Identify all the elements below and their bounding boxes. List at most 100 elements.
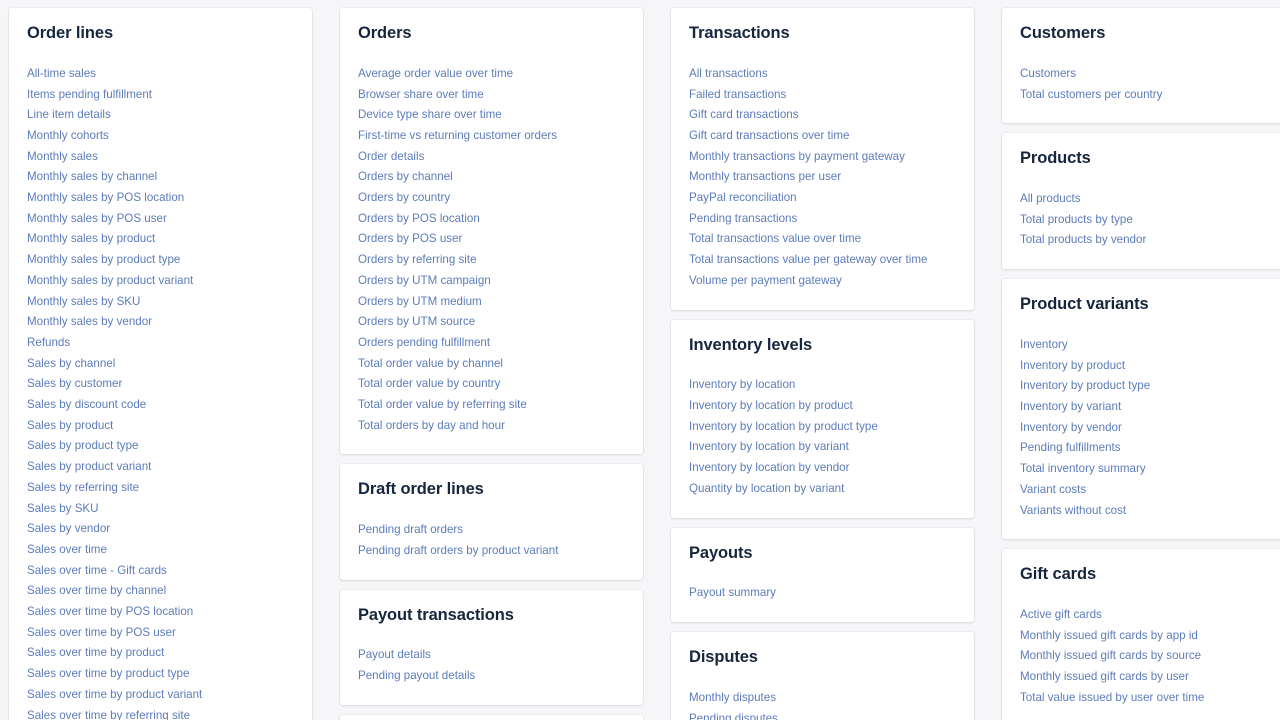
- report-link[interactable]: Pending fulfillments: [1020, 438, 1280, 459]
- report-link[interactable]: Sales over time - Gift cards: [27, 561, 294, 582]
- report-link[interactable]: Monthly sales by channel: [27, 167, 294, 188]
- report-link[interactable]: Inventory by location by vendor: [689, 458, 956, 479]
- report-link[interactable]: Average order value over time: [358, 64, 625, 85]
- report-link[interactable]: Customers: [1020, 64, 1280, 85]
- report-link[interactable]: Sales over time by product type: [27, 664, 294, 685]
- report-link[interactable]: Payout details: [358, 645, 625, 666]
- report-link[interactable]: Sales by referring site: [27, 478, 294, 499]
- report-link[interactable]: Inventory by location by product: [689, 396, 956, 417]
- report-link[interactable]: Monthly sales by vendor: [27, 312, 294, 333]
- report-link[interactable]: Monthly issued gift cards by user: [1020, 667, 1280, 688]
- report-link[interactable]: Total products by type: [1020, 210, 1280, 231]
- report-link[interactable]: Orders by country: [358, 188, 625, 209]
- report-link[interactable]: Sales over time by product: [27, 643, 294, 664]
- report-link[interactable]: Inventory by product: [1020, 356, 1280, 377]
- report-link[interactable]: Sales by product: [27, 416, 294, 437]
- report-link[interactable]: Line item details: [27, 105, 294, 126]
- report-link-list: All-time sales Items pending fulfillment L…: [27, 64, 294, 720]
- report-link[interactable]: All transactions: [689, 64, 956, 85]
- report-link[interactable]: Monthly issued gift cards by source: [1020, 646, 1280, 667]
- report-link[interactable]: Inventory by location: [689, 375, 956, 396]
- report-link[interactable]: Sales by channel: [27, 354, 294, 375]
- report-link[interactable]: Gift card transactions over time: [689, 126, 956, 147]
- report-link[interactable]: Pending transactions: [689, 209, 956, 230]
- report-link[interactable]: Sales by product variant: [27, 457, 294, 478]
- report-link[interactable]: Total order value by referring site: [358, 395, 625, 416]
- report-link[interactable]: Total products by vendor: [1020, 230, 1280, 251]
- report-link[interactable]: Monthly transactions by payment gateway: [689, 147, 956, 168]
- report-link[interactable]: All-time sales: [27, 64, 294, 85]
- report-link[interactable]: Total inventory summary: [1020, 459, 1280, 480]
- report-link[interactable]: Monthly sales by product type: [27, 250, 294, 271]
- report-link[interactable]: Monthly transactions per user: [689, 167, 956, 188]
- list-item: Total order value by channel: [358, 354, 625, 375]
- report-link[interactable]: Quantity by location by variant: [689, 479, 956, 500]
- card-order-lines: Order lines All-time sales Items pending f…: [9, 8, 312, 720]
- report-link[interactable]: All products: [1020, 189, 1280, 210]
- report-link[interactable]: Variant costs: [1020, 480, 1280, 501]
- report-link[interactable]: Payout summary: [689, 583, 956, 604]
- report-link[interactable]: Total transactions value over time: [689, 229, 956, 250]
- report-link[interactable]: Total customers per country: [1020, 85, 1280, 106]
- report-link[interactable]: Browser share over time: [358, 85, 625, 106]
- report-link[interactable]: Variants without cost: [1020, 501, 1280, 522]
- report-link[interactable]: Device type share over time: [358, 105, 625, 126]
- report-link[interactable]: Pending disputes: [689, 709, 956, 720]
- report-link[interactable]: Inventory by location by variant: [689, 437, 956, 458]
- report-link[interactable]: Active gift cards: [1020, 605, 1280, 626]
- report-link[interactable]: Orders pending fulfillment: [358, 333, 625, 354]
- report-link[interactable]: Sales over time by referring site: [27, 706, 294, 720]
- report-link[interactable]: Orders by referring site: [358, 250, 625, 271]
- report-link[interactable]: Orders by channel: [358, 167, 625, 188]
- report-link[interactable]: Inventory by variant: [1020, 397, 1280, 418]
- report-link[interactable]: Monthly sales by product variant: [27, 271, 294, 292]
- report-link[interactable]: Monthly sales: [27, 147, 294, 168]
- report-link[interactable]: Orders by POS location: [358, 209, 625, 230]
- report-link[interactable]: Inventory by vendor: [1020, 418, 1280, 439]
- list-item: Monthly issued gift cards by source: [1020, 646, 1280, 667]
- report-link[interactable]: Monthly issued gift cards by app id: [1020, 626, 1280, 647]
- report-link[interactable]: Total transactions value per gateway ove…: [689, 250, 956, 271]
- report-link[interactable]: Sales over time by product variant: [27, 685, 294, 706]
- report-link[interactable]: Pending payout details: [358, 666, 625, 687]
- report-link[interactable]: First-time vs returning customer orders: [358, 126, 625, 147]
- list-item: Inventory by vendor: [1020, 418, 1280, 439]
- report-link[interactable]: Sales by customer: [27, 374, 294, 395]
- list-item: Variants without cost: [1020, 501, 1280, 522]
- report-link[interactable]: Sales by product type: [27, 436, 294, 457]
- report-link[interactable]: Gift card transactions: [689, 105, 956, 126]
- report-link[interactable]: Orders by UTM medium: [358, 292, 625, 313]
- report-link[interactable]: Sales by SKU: [27, 499, 294, 520]
- report-link[interactable]: Sales over time by channel: [27, 581, 294, 602]
- report-link[interactable]: Items pending fulfillment: [27, 85, 294, 106]
- report-link[interactable]: Pending draft orders by product variant: [358, 541, 625, 562]
- report-link[interactable]: Sales over time by POS location: [27, 602, 294, 623]
- report-link[interactable]: Pending draft orders: [358, 520, 625, 541]
- report-link[interactable]: Total order value by country: [358, 374, 625, 395]
- report-link[interactable]: Refunds: [27, 333, 294, 354]
- report-link[interactable]: Failed transactions: [689, 85, 956, 106]
- report-link[interactable]: Orders by POS user: [358, 229, 625, 250]
- list-item: Orders by channel: [358, 167, 625, 188]
- report-link[interactable]: Total orders by day and hour: [358, 416, 625, 437]
- report-link[interactable]: Monthly cohorts: [27, 126, 294, 147]
- report-link[interactable]: Orders by UTM campaign: [358, 271, 625, 292]
- report-link[interactable]: Sales over time: [27, 540, 294, 561]
- report-link[interactable]: Sales over time by POS user: [27, 623, 294, 644]
- report-link[interactable]: Inventory: [1020, 335, 1280, 356]
- report-link[interactable]: Monthly sales by POS location: [27, 188, 294, 209]
- report-link[interactable]: Total order value by channel: [358, 354, 625, 375]
- report-link[interactable]: Monthly sales by SKU: [27, 292, 294, 313]
- report-link[interactable]: Sales by discount code: [27, 395, 294, 416]
- report-link[interactable]: Orders by UTM source: [358, 312, 625, 333]
- report-link[interactable]: Monthly disputes: [689, 688, 956, 709]
- report-link[interactable]: Monthly sales by POS user: [27, 209, 294, 230]
- report-link[interactable]: Order details: [358, 147, 625, 168]
- report-link[interactable]: Volume per payment gateway: [689, 271, 956, 292]
- report-link[interactable]: Inventory by product type: [1020, 376, 1280, 397]
- report-link[interactable]: PayPal reconciliation: [689, 188, 956, 209]
- report-link[interactable]: Sales by vendor: [27, 519, 294, 540]
- report-link[interactable]: Inventory by location by product type: [689, 417, 956, 438]
- report-link[interactable]: Monthly sales by product: [27, 229, 294, 250]
- report-link[interactable]: Total value issued by user over time: [1020, 688, 1280, 709]
